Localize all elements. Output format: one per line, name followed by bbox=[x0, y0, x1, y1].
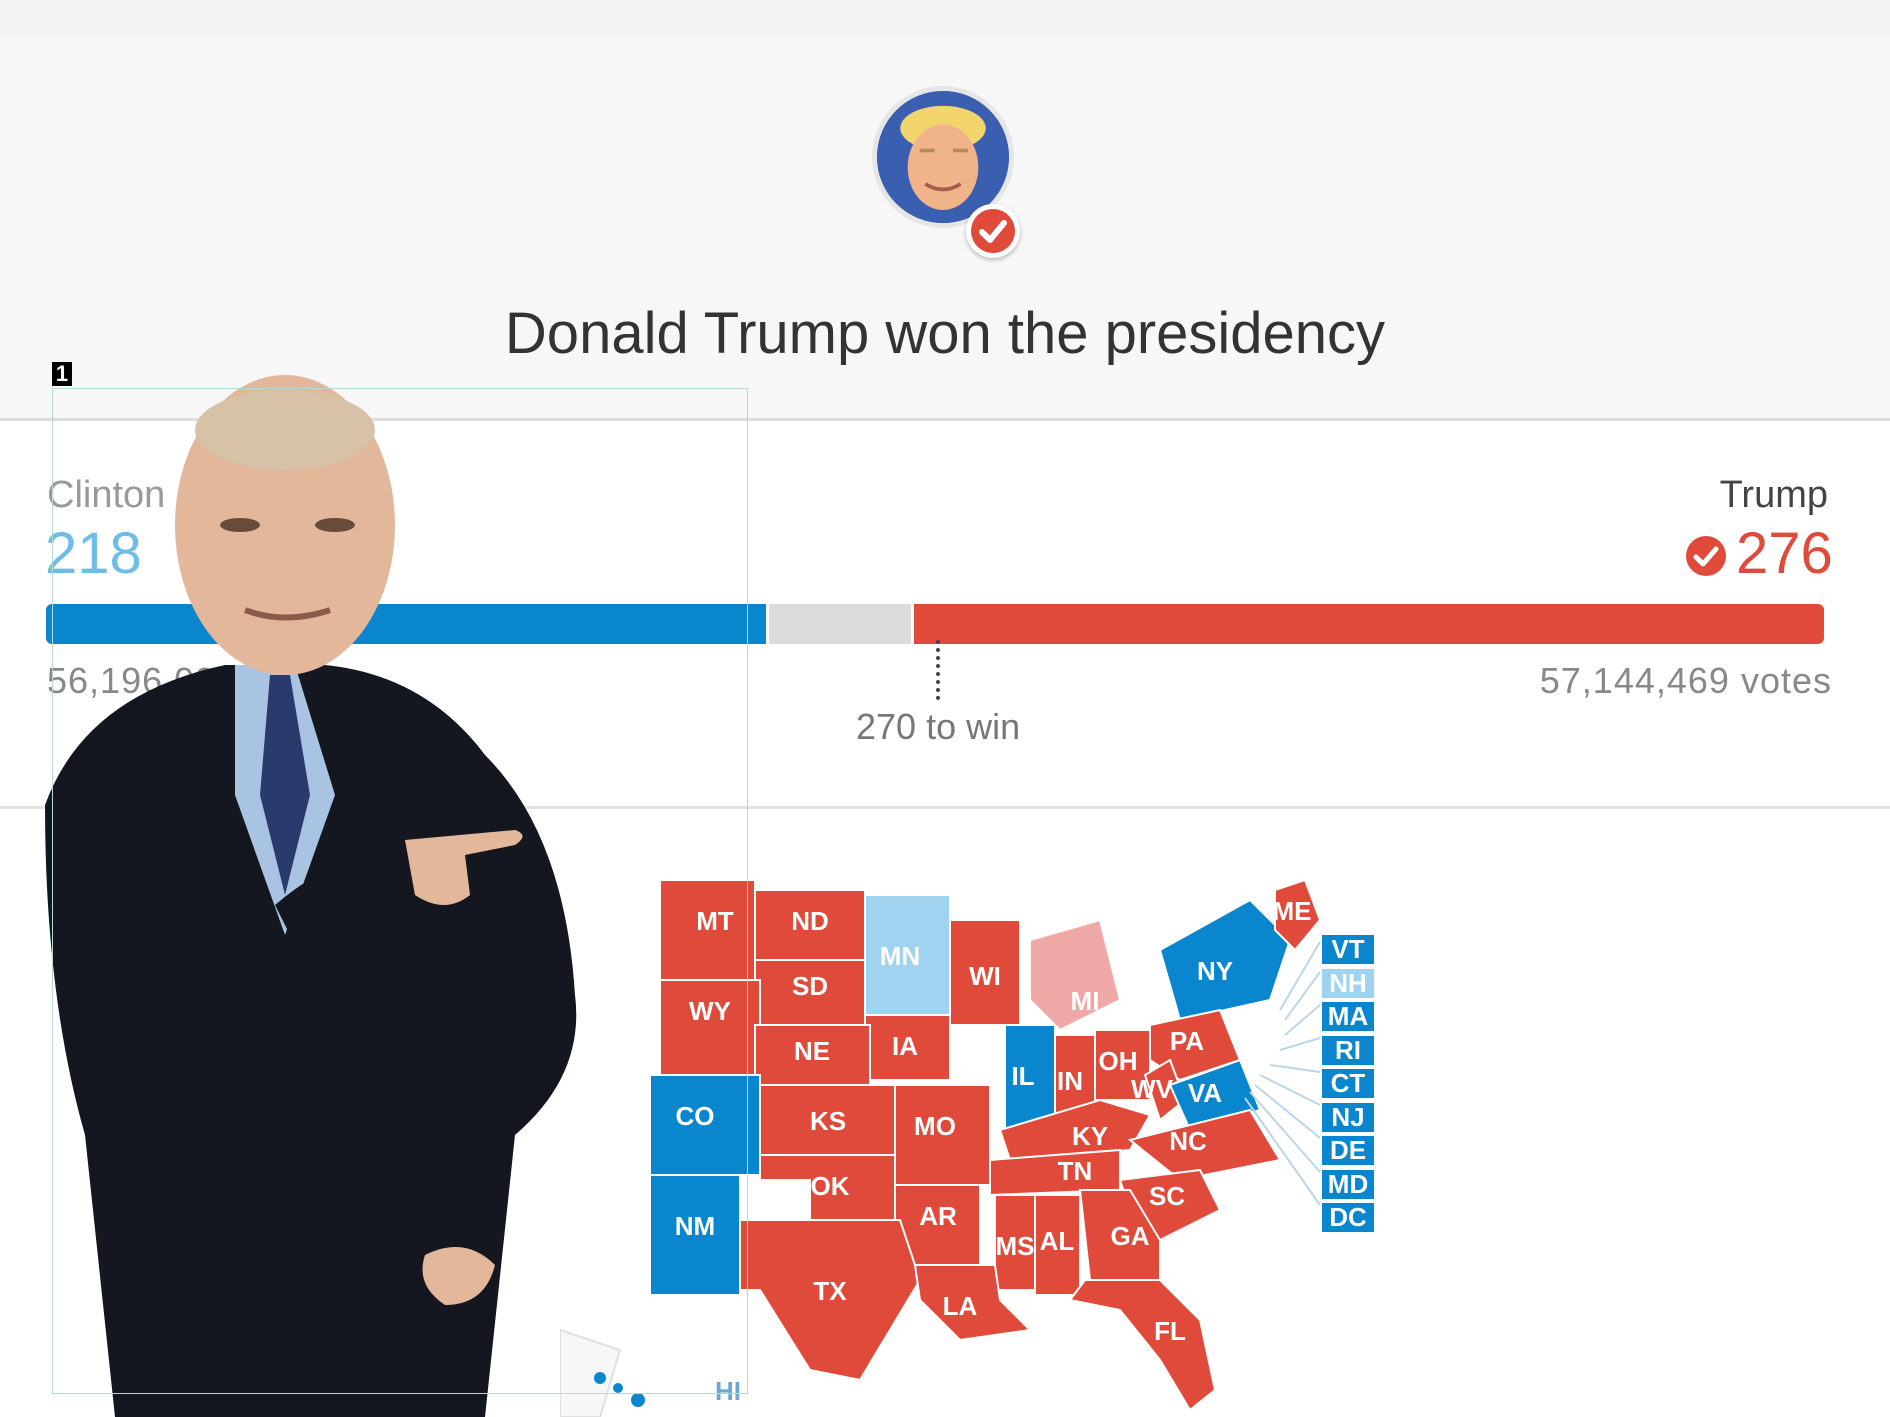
top-toolbar bbox=[0, 0, 1890, 40]
state-label-wv: WV bbox=[1131, 1074, 1174, 1104]
small-state-de: DE bbox=[1322, 1136, 1374, 1165]
winner-check-icon bbox=[966, 204, 1020, 258]
state-label-pa: PA bbox=[1170, 1026, 1204, 1056]
headline: Donald Trump won the presidency bbox=[504, 301, 1386, 366]
state-label-ny: NY bbox=[1197, 956, 1233, 986]
small-state-ri: RI bbox=[1322, 1035, 1374, 1065]
state-label-ky: KY bbox=[1072, 1121, 1108, 1151]
state-label-ga: GA bbox=[1111, 1221, 1150, 1251]
small-state-vt: VT bbox=[1322, 935, 1374, 964]
small-state-md: MD bbox=[1322, 1169, 1374, 1199]
state-label-ks: KS bbox=[810, 1106, 846, 1136]
state-shape bbox=[1068, 1279, 1217, 1412]
state-label-tn: TN bbox=[1058, 1156, 1093, 1186]
small-state-ct: CT bbox=[1322, 1069, 1374, 1098]
threshold-label: 270 to win bbox=[856, 706, 1021, 747]
state-label-al: AL bbox=[1040, 1226, 1075, 1256]
trump-name: Trump bbox=[1719, 474, 1828, 516]
state-label-tx: TX bbox=[813, 1276, 847, 1306]
state-label-il: IL bbox=[1011, 1061, 1034, 1091]
state-label-ne: NE bbox=[794, 1036, 830, 1066]
small-state-nh: NH bbox=[1322, 968, 1374, 998]
state-label-la: LA bbox=[943, 1291, 978, 1321]
state-label-in: IN bbox=[1057, 1066, 1083, 1096]
state-label-ms: MS bbox=[996, 1231, 1035, 1261]
small-state-dc: DC bbox=[1322, 1203, 1374, 1232]
state-label-ok: OK bbox=[811, 1171, 850, 1201]
small-state-ma: MA bbox=[1322, 1002, 1374, 1031]
state-label-nd: ND bbox=[791, 906, 829, 936]
state-label-ia: IA bbox=[892, 1031, 918, 1061]
state-label-fl: FL bbox=[1154, 1316, 1186, 1346]
undecided-bar bbox=[769, 604, 911, 644]
state-label-oh: OH bbox=[1099, 1046, 1138, 1076]
threshold-marker bbox=[936, 640, 940, 700]
state-label-wi: WI bbox=[969, 961, 1001, 991]
state-label-mi: MI bbox=[1071, 986, 1100, 1016]
state-label-mn: MN bbox=[880, 941, 920, 971]
state-label-mo: MO bbox=[914, 1111, 956, 1141]
winner-check-icon bbox=[1686, 536, 1726, 576]
small-state-nj: NJ bbox=[1322, 1102, 1374, 1132]
annotation-box-label: 1 bbox=[52, 362, 72, 386]
state-label-va: VA bbox=[1188, 1078, 1222, 1108]
state-label-ar: AR bbox=[919, 1201, 957, 1231]
state-label-nc: NC bbox=[1169, 1126, 1207, 1156]
state-label-sd: SD bbox=[792, 971, 828, 1001]
overlay-person-image bbox=[45, 375, 577, 1417]
state-label-me: ME bbox=[1273, 896, 1312, 926]
state-label-sc: SC bbox=[1149, 1181, 1185, 1211]
trump-electoral-votes: 276 bbox=[1736, 521, 1833, 586]
trump-bar bbox=[914, 604, 1824, 644]
trump-popular-votes: 57,144,469 votes bbox=[1539, 660, 1832, 701]
